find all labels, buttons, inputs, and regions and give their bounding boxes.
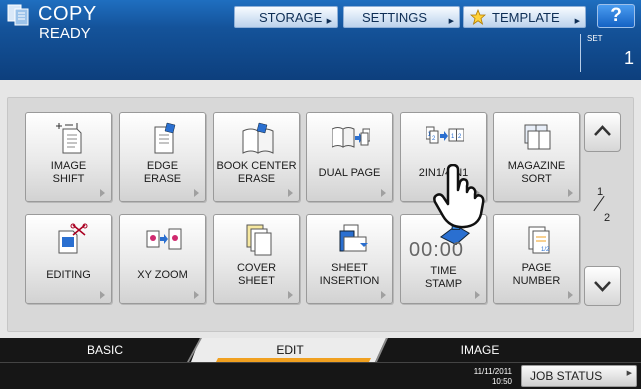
arrow-icon: ▶ <box>448 18 454 25</box>
arrow-icon <box>288 189 293 197</box>
edge-erase-label: EDGE ERASE <box>143 160 182 185</box>
book-center-erase-button[interactable]: BOOK CENTER ERASE <box>213 112 300 202</box>
storage-label: STORAGE <box>259 9 323 25</box>
arrow-icon <box>288 291 293 299</box>
chevron-up-icon <box>594 125 611 136</box>
sheet-insertion-icon <box>339 224 368 252</box>
mode-tab-bar: BASIC EDIT IMAGE <box>0 338 641 362</box>
cover-sheet-label: COVER SHEET <box>236 262 277 287</box>
xy-zoom-icon <box>146 228 182 250</box>
cover-sheet-icon <box>246 224 272 256</box>
settings-label: SETTINGS <box>362 9 428 25</box>
magazine-sort-button[interactable]: MAGAZINE SORT <box>493 112 580 202</box>
copy-app-icon <box>7 4 29 26</box>
arrow-icon <box>568 291 573 299</box>
image-shift-icon <box>56 123 82 154</box>
book-center-erase-label: BOOK CENTER ERASE <box>216 160 297 185</box>
arrow-icon <box>381 189 386 197</box>
cover-sheet-button[interactable]: COVER SHEET <box>213 214 300 304</box>
set-count: 1 <box>624 48 635 68</box>
edge-erase-icon <box>154 122 176 154</box>
page-number-icon: 1/2 <box>528 226 550 254</box>
svg-text:1/2: 1/2 <box>541 247 550 253</box>
book-center-erase-icon <box>242 122 274 154</box>
machine-status: READY <box>39 25 91 42</box>
storage-button[interactable]: STORAGE ▶ <box>234 6 338 28</box>
image-shift-label: IMAGE SHIFT <box>50 160 87 185</box>
edge-erase-button[interactable]: EDGE ERASE <box>119 112 206 202</box>
help-button[interactable]: ? <box>597 4 635 28</box>
job-status-label: JOB STATUS <box>530 369 603 383</box>
magazine-sort-icon <box>524 124 551 150</box>
chevron-down-icon <box>594 281 611 292</box>
dual-page-icon <box>332 127 370 148</box>
tab-edit[interactable]: EDIT <box>210 338 370 362</box>
page-number-label: PAGE NUMBER <box>512 262 561 287</box>
copy-screen: COPY STORAGE ▶ SETTINGS ▶ TEMPLATE ▶ ? R… <box>0 0 641 389</box>
xy-zoom-button[interactable]: XY ZOOM <box>119 214 206 304</box>
xy-zoom-label: XY ZOOM <box>137 269 188 281</box>
date-text: 11/11/2011 <box>473 367 512 376</box>
magazine-sort-label: MAGAZINE SORT <box>507 160 566 185</box>
set-label: SET <box>587 34 603 43</box>
arrow-icon: ▶ <box>326 18 332 25</box>
sheet-insertion-button[interactable]: SHEET INSERTION <box>306 214 393 304</box>
header-bar: COPY STORAGE ▶ SETTINGS ▶ TEMPLATE ▶ ? R… <box>0 0 641 80</box>
time-stamp-time-text: 00:00 <box>409 239 465 261</box>
2in1-icon: 1 2 1 2 <box>426 126 464 144</box>
time-text: 10:50 <box>491 377 512 386</box>
pointer-hand-icon <box>433 164 485 229</box>
app-title: COPY <box>38 3 97 25</box>
page-number-button[interactable]: 1/2 PAGE NUMBER <box>493 214 580 304</box>
template-button[interactable]: TEMPLATE ▶ <box>463 6 586 28</box>
scroll-up-button[interactable] <box>584 112 621 152</box>
tab-image[interactable]: IMAGE <box>400 338 560 362</box>
image-shift-button[interactable]: IMAGE SHIFT <box>25 112 112 202</box>
editing-label: EDITING <box>46 269 91 281</box>
dual-page-button[interactable]: DUAL PAGE <box>306 112 393 202</box>
arrow-icon: ▶ <box>574 18 580 25</box>
settings-button[interactable]: SETTINGS ▶ <box>343 6 460 28</box>
sheet-insertion-label: SHEET INSERTION <box>319 262 380 287</box>
time-stamp-label: TIME STAMP <box>424 265 463 290</box>
arrow-icon <box>100 189 105 197</box>
scroll-down-button[interactable] <box>584 266 621 306</box>
editing-button[interactable]: EDITING <box>25 214 112 304</box>
template-label: TEMPLATE <box>492 9 560 25</box>
editing-icon <box>58 223 88 254</box>
tab-basic[interactable]: BASIC <box>40 338 170 362</box>
arrow-icon <box>381 291 386 299</box>
page-total: 2 <box>604 212 611 224</box>
arrow-icon <box>100 291 105 299</box>
job-status-button[interactable]: JOB STATUS ▶ <box>521 365 637 387</box>
star-icon <box>470 9 486 25</box>
divider <box>580 34 581 72</box>
arrow-icon <box>475 291 480 299</box>
arrow-icon: ▶ <box>626 370 632 377</box>
arrow-icon <box>568 189 573 197</box>
arrow-icon <box>194 189 199 197</box>
datetime: 11/11/2011 10:50 <box>466 367 512 387</box>
dual-page-label: DUAL PAGE <box>318 167 381 179</box>
arrow-icon <box>194 291 199 299</box>
